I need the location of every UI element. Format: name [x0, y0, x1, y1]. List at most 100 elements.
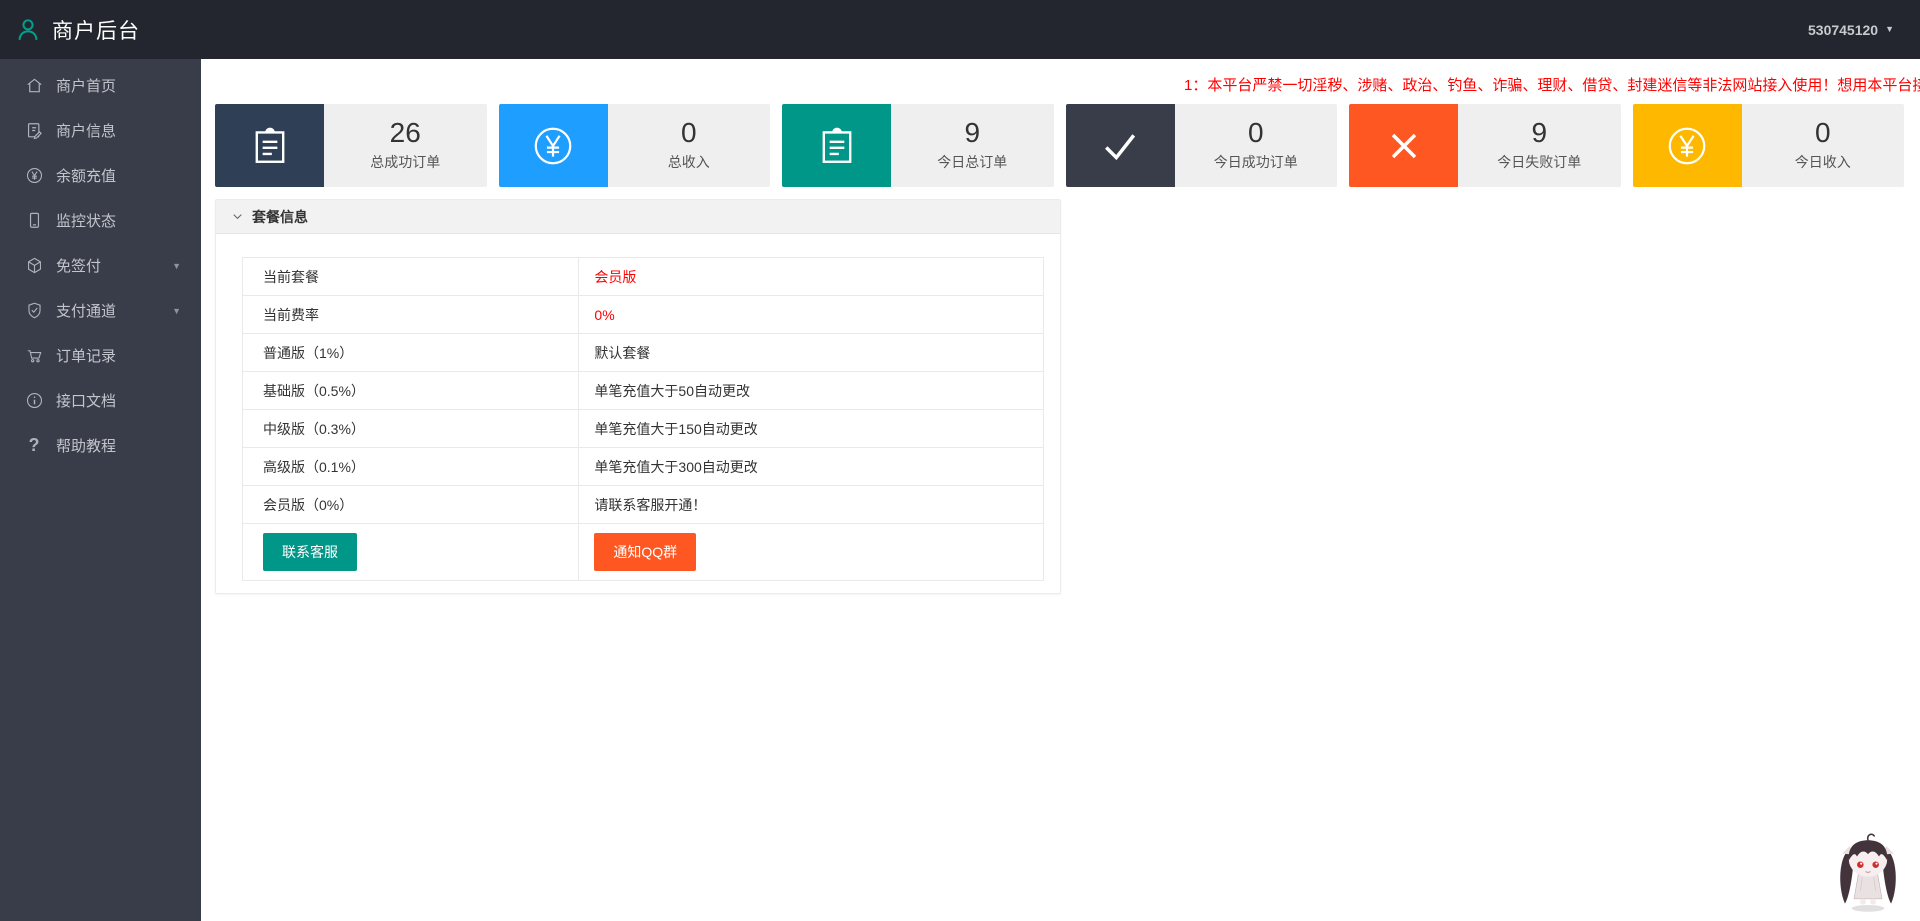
notice-bar: 1：本平台严禁一切淫秽、涉赌、政治、钓鱼、诈骗、理财、借贷、封建迷信等非法网站接…	[201, 59, 1920, 104]
profile-edit-icon	[24, 121, 44, 141]
sidebar-item-payment-channels[interactable]: 支付通道 ▼	[0, 288, 201, 333]
stat-card-total-success-orders: 26 总成功订单	[215, 104, 487, 187]
stat-value: 9	[1531, 119, 1547, 147]
notice-text: 1：本平台严禁一切淫秽、涉赌、政治、钓鱼、诈骗、理财、借贷、封建迷信等非法网站接…	[1184, 74, 1920, 95]
panel-body: 当前套餐 会员版 当前费率 0% 普通版（1%） 默认套餐 基础版（0.5%） …	[216, 234, 1060, 593]
stat-value: 0	[681, 119, 697, 147]
panel-title: 套餐信息	[252, 207, 308, 227]
stat-label: 今日失败订单	[1497, 152, 1581, 172]
sidebar-item-label: 监控状态	[56, 210, 181, 231]
clipboard-icon	[782, 104, 891, 187]
table-row: 中级版（0.3%） 单笔充值大于150自动更改	[243, 410, 1044, 448]
table-row: 基础版（0.5%） 单笔充值大于50自动更改	[243, 372, 1044, 410]
sidebar-item-label: 免签付	[56, 255, 166, 276]
sidebar: 商户首页 商户信息 余额充值 监控状态	[0, 59, 201, 921]
sidebar-item-api-docs[interactable]: 接口文档	[0, 378, 201, 423]
row-label: 中级版（0.3%）	[243, 410, 579, 448]
caret-down-icon: ▼	[172, 261, 181, 271]
stat-card-today-failed-orders: 9 今日失败订单	[1349, 104, 1621, 187]
info-circle-icon	[24, 391, 44, 411]
stats-row: 26 总成功订单 0 总收入	[201, 104, 1920, 187]
stat-label: 今日成功订单	[1214, 152, 1298, 172]
row-value: 单笔充值大于150自动更改	[579, 410, 1044, 448]
yen-icon	[499, 104, 608, 187]
app-title: 商户后台	[52, 15, 140, 45]
shield-check-icon	[24, 301, 44, 321]
button-cell: 通知QQ群	[579, 524, 1044, 581]
sidebar-item-label: 接口文档	[56, 390, 181, 411]
monitor-icon	[24, 211, 44, 231]
row-label: 高级版（0.1%）	[243, 448, 579, 486]
stat-card-total-income: 0 总收入	[499, 104, 771, 187]
stat-label: 今日收入	[1795, 152, 1851, 172]
stat-body: 9 今日总订单	[891, 104, 1054, 187]
contact-support-button[interactable]: 联系客服	[263, 533, 357, 571]
package-info-panel: 套餐信息 当前套餐 会员版 当前费率 0% 普通版（1%） 默认套餐	[215, 199, 1061, 594]
sidebar-item-merchant-home[interactable]: 商户首页	[0, 63, 201, 108]
sidebar-item-monitor-status[interactable]: 监控状态	[0, 198, 201, 243]
sidebar-item-label: 余额充值	[56, 165, 181, 186]
sidebar-item-label: 商户信息	[56, 120, 181, 141]
row-value: 单笔充值大于300自动更改	[579, 448, 1044, 486]
yen-icon	[1633, 104, 1742, 187]
caret-down-icon: ▼	[172, 306, 181, 316]
table-row-buttons: 联系客服 通知QQ群	[243, 524, 1044, 581]
topbar: 商户后台 530745120 ▼	[0, 0, 1920, 59]
table-row: 普通版（1%） 默认套餐	[243, 334, 1044, 372]
stat-body: 9 今日失败订单	[1458, 104, 1621, 187]
stat-card-today-success-orders: 0 今日成功订单	[1066, 104, 1338, 187]
sidebar-item-label: 支付通道	[56, 300, 166, 321]
stat-label: 总成功订单	[370, 152, 440, 172]
clipboard-icon	[215, 104, 324, 187]
button-cell: 联系客服	[243, 524, 579, 581]
stat-value: 26	[390, 119, 421, 147]
row-label: 当前套餐	[243, 258, 579, 296]
main-content: 1：本平台严禁一切淫秽、涉赌、政治、钓鱼、诈骗、理财、借贷、封建迷信等非法网站接…	[201, 59, 1920, 921]
notify-qq-group-button[interactable]: 通知QQ群	[594, 533, 696, 571]
stat-card-today-income: 0 今日收入	[1633, 104, 1905, 187]
sidebar-item-order-records[interactable]: 订单记录	[0, 333, 201, 378]
yen-circle-icon	[24, 166, 44, 186]
sidebar-item-merchant-info[interactable]: 商户信息	[0, 108, 201, 153]
table-row: 当前费率 0%	[243, 296, 1044, 334]
home-icon	[24, 76, 44, 96]
row-label: 会员版（0%）	[243, 486, 579, 524]
stat-body: 0 今日成功订单	[1175, 104, 1338, 187]
table-row: 会员版（0%） 请联系客服开通！	[243, 486, 1044, 524]
sidebar-item-label: 商户首页	[56, 75, 181, 96]
sidebar-item-help-tutorial[interactable]: ? 帮助教程	[0, 423, 201, 468]
cube-icon	[24, 256, 44, 276]
row-value: 单笔充值大于50自动更改	[579, 372, 1044, 410]
row-label: 普通版（1%）	[243, 334, 579, 372]
chevron-down-icon	[231, 210, 244, 223]
user-menu[interactable]: 530745120 ▼	[1808, 0, 1920, 59]
row-label: 基础版（0.5%）	[243, 372, 579, 410]
sidebar-item-label: 订单记录	[56, 345, 181, 366]
table-row: 当前套餐 会员版	[243, 258, 1044, 296]
stat-card-today-total-orders: 9 今日总订单	[782, 104, 1054, 187]
check-icon	[1066, 104, 1175, 187]
stat-value: 9	[964, 119, 980, 147]
sidebar-item-balance-recharge[interactable]: 余额充值	[0, 153, 201, 198]
stat-value: 0	[1248, 119, 1264, 147]
stat-body: 26 总成功订单	[324, 104, 487, 187]
row-label: 当前费率	[243, 296, 579, 334]
sidebar-item-label: 帮助教程	[56, 435, 181, 456]
row-value: 默认套餐	[579, 334, 1044, 372]
stat-label: 总收入	[668, 152, 710, 172]
row-value: 会员版	[579, 258, 1044, 296]
username: 530745120	[1808, 22, 1878, 38]
user-logo-icon	[14, 16, 42, 44]
row-value: 请联系客服开通！	[579, 486, 1044, 524]
mascot-image	[1820, 822, 1916, 918]
stat-body: 0 总收入	[608, 104, 771, 187]
package-table: 当前套餐 会员版 当前费率 0% 普通版（1%） 默认套餐 基础版（0.5%） …	[242, 257, 1044, 581]
sidebar-item-no-sign-pay[interactable]: 免签付 ▼	[0, 243, 201, 288]
question-icon: ?	[24, 436, 44, 456]
close-icon	[1349, 104, 1458, 187]
app-logo[interactable]: 商户后台	[0, 15, 140, 45]
stat-value: 0	[1815, 119, 1831, 147]
table-row: 高级版（0.1%） 单笔充值大于300自动更改	[243, 448, 1044, 486]
stat-body: 0 今日收入	[1742, 104, 1905, 187]
panel-header[interactable]: 套餐信息	[216, 200, 1060, 234]
